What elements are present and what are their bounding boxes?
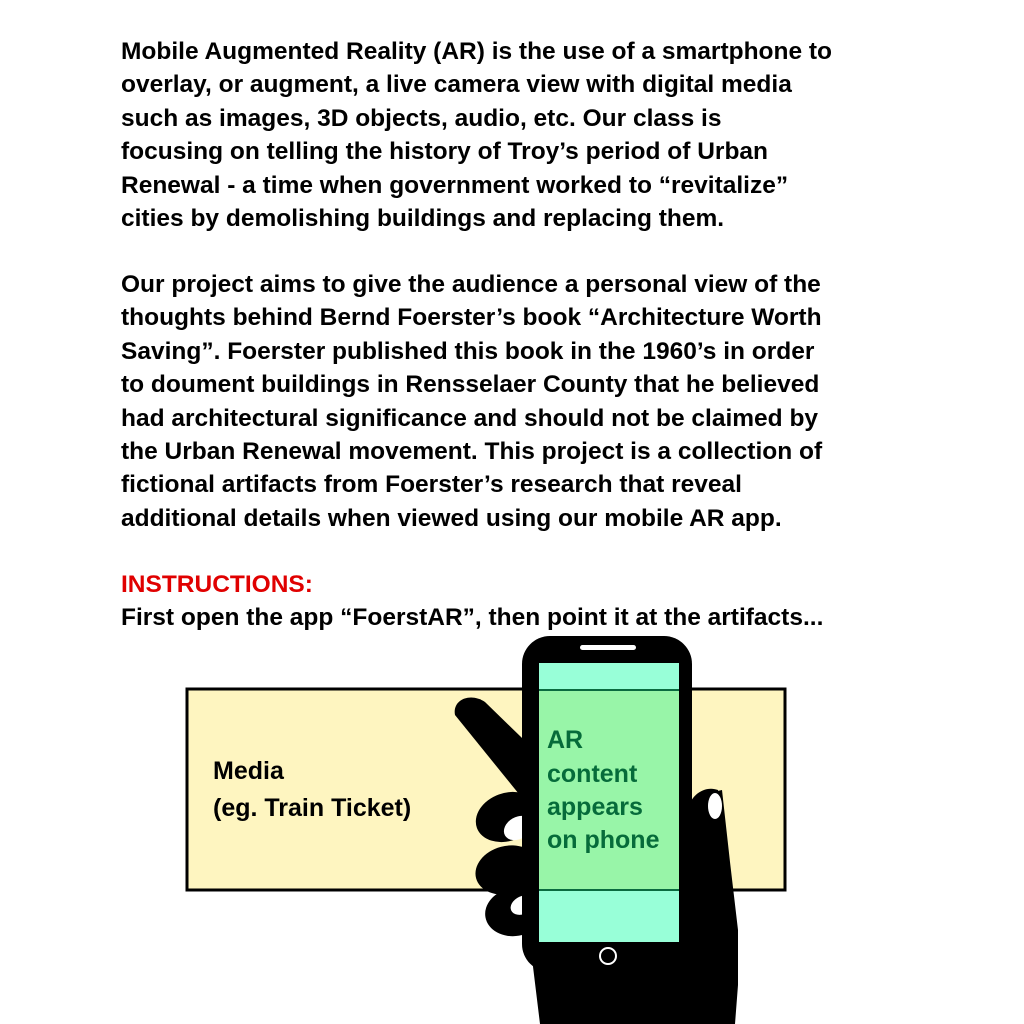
media-label-title: Media bbox=[213, 757, 285, 785]
media-label-example: (eg. Train Ticket) bbox=[213, 794, 411, 822]
smartphone-icon: AR content appears on phone bbox=[522, 636, 692, 972]
phone-label-line: content bbox=[547, 760, 638, 788]
phone-label-line: on phone bbox=[547, 826, 660, 854]
phone-label-line: AR bbox=[547, 726, 583, 754]
phone-label-line: appears bbox=[547, 793, 643, 821]
ar-diagram: Media (eg. Train Ticket) AR content appe… bbox=[185, 636, 787, 1024]
